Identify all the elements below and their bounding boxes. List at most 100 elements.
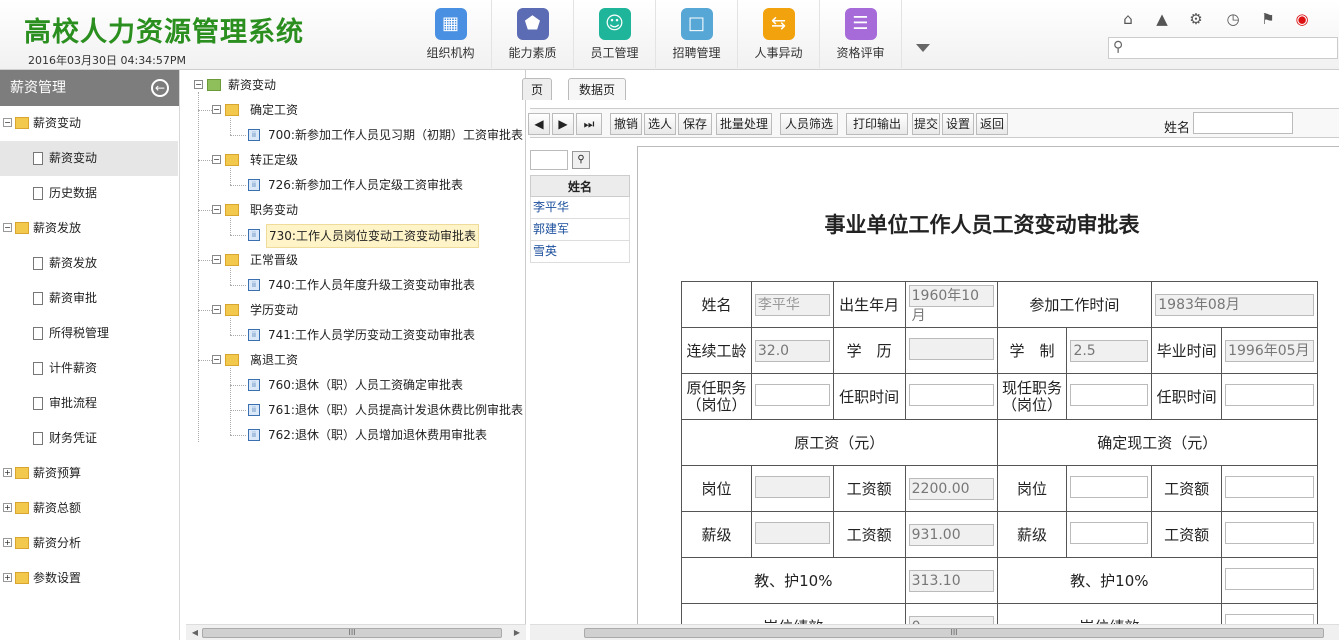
person-item[interactable]: 郭建军	[530, 219, 630, 241]
search-input[interactable]: ⚲	[1108, 37, 1338, 59]
nav-transfer[interactable]: ⇆ 人事异动	[738, 0, 820, 68]
toolbar-button[interactable]: ▶	[552, 113, 574, 135]
toolbar-button[interactable]: 撤销	[610, 113, 642, 135]
document-icon	[33, 327, 43, 340]
toolbar-button[interactable]: ⏭	[576, 113, 602, 135]
shirt-icon[interactable]: ▲	[1153, 10, 1171, 28]
edu-care-field[interactable]: 313.10	[908, 569, 994, 592]
sidebar-item[interactable]: + 薪资预算	[0, 456, 178, 491]
collapse-icon[interactable]: −	[212, 305, 221, 314]
sidebar-item[interactable]: 审批流程	[0, 386, 178, 421]
clock-icon[interactable]: ◷	[1224, 10, 1242, 28]
scroll-thumb[interactable]: III	[584, 628, 1324, 638]
toolbar-button[interactable]: 人员筛选	[780, 113, 838, 135]
nav-ability[interactable]: ⬟ 能力素质	[492, 0, 574, 68]
person-item[interactable]: 李平华	[530, 197, 630, 219]
cur-post-field[interactable]	[1070, 383, 1149, 406]
person-item[interactable]: 雪英	[530, 241, 630, 263]
sidebar-item[interactable]: 薪资审批	[0, 281, 178, 316]
collapse-icon[interactable]: −	[194, 80, 203, 89]
grad-field[interactable]: 1996年05月	[1225, 339, 1314, 362]
edu-field[interactable]	[908, 337, 994, 360]
level-field[interactable]	[754, 521, 830, 544]
collapse-icon[interactable]: −	[3, 118, 12, 127]
tree-form-label: 730:工作人员岗位变动工资变动审批表	[266, 224, 479, 248]
post-field[interactable]	[754, 475, 830, 498]
sidebar-item[interactable]: 薪资发放	[0, 246, 178, 281]
scroll-thumb[interactable]: III	[202, 628, 502, 638]
home-icon[interactable]: ⌂	[1119, 10, 1137, 28]
new-level-amount-field[interactable]	[1225, 521, 1314, 544]
folder-icon	[15, 572, 29, 584]
level-amount-field[interactable]: 931.00	[908, 523, 994, 546]
collapse-icon[interactable]: −	[212, 355, 221, 364]
person-search-input[interactable]	[530, 150, 568, 170]
gear-icon[interactable]: ⚙	[1187, 10, 1205, 28]
tree-group-label: 离退工资	[250, 353, 299, 367]
expand-icon[interactable]: +	[3, 503, 12, 512]
new-level-field[interactable]	[1070, 521, 1149, 544]
more-nav-icon[interactable]	[916, 44, 930, 52]
collapse-icon[interactable]: −	[3, 223, 12, 232]
sidebar-item[interactable]: 历史数据	[0, 176, 178, 211]
sidebar-item[interactable]: + 薪资总额	[0, 491, 178, 526]
expand-icon[interactable]: +	[3, 538, 12, 547]
work-field[interactable]: 1983年08月	[1155, 293, 1314, 316]
collapse-icon[interactable]: −	[212, 155, 221, 164]
toolbar-button[interactable]: 保存	[678, 113, 712, 135]
toolbar-button[interactable]: 设置	[942, 113, 974, 135]
nav-label: 资格评审	[836, 46, 885, 60]
appoint-field-2[interactable]	[1225, 383, 1314, 406]
form-hscrollbar[interactable]: III	[530, 624, 1339, 640]
sidebar-item[interactable]: − 薪资变动	[0, 106, 178, 141]
toolbar-button[interactable]: 提交	[912, 113, 940, 135]
appoint-field[interactable]	[908, 383, 994, 406]
collapse-icon[interactable]: −	[212, 105, 221, 114]
collapse-icon[interactable]: −	[212, 255, 221, 264]
new-edu-care-field[interactable]	[1225, 567, 1314, 590]
system-field[interactable]: 2.5	[1070, 339, 1149, 362]
sidebar-item[interactable]: − 薪资发放	[0, 211, 178, 246]
tree-hscrollbar[interactable]: ◀ III ▶	[186, 624, 526, 640]
power-icon[interactable]: ◉	[1293, 10, 1311, 28]
birth-field[interactable]: 1960年10月	[908, 285, 994, 324]
toolbar-button[interactable]: 批量处理	[716, 113, 772, 135]
sidebar-item[interactable]: + 薪资分析	[0, 526, 178, 561]
scroll-left-icon[interactable]: ◀	[190, 628, 200, 638]
sidebar-item[interactable]: 薪资变动	[0, 141, 178, 176]
sidebar-item[interactable]: 财务凭证	[0, 421, 178, 456]
toolbar-button[interactable]: 选人	[644, 113, 676, 135]
orig-post-field[interactable]	[754, 383, 830, 406]
toolbar-button[interactable]: 返回	[976, 113, 1008, 135]
toolbar-button[interactable]: 打印输出	[846, 113, 908, 135]
expand-icon[interactable]: +	[3, 573, 12, 582]
folder-icon	[225, 354, 239, 366]
sidebar-item[interactable]: + 参数设置	[0, 561, 178, 596]
collapse-icon[interactable]: −	[212, 205, 221, 214]
sidebar-header: 薪资管理 ←	[0, 70, 179, 106]
toolbar-button[interactable]: ◀	[528, 113, 550, 135]
post-amount-field[interactable]: 2200.00	[908, 477, 994, 500]
tab-data-page[interactable]: 数据页	[568, 78, 627, 100]
nav-recruit[interactable]: □ 招聘管理	[656, 0, 738, 68]
seniority-field[interactable]: 32.0	[754, 339, 830, 362]
new-post-amount-field[interactable]	[1225, 475, 1314, 498]
tab-page[interactable]: 页	[522, 78, 553, 100]
folder-icon	[225, 254, 239, 266]
nav-staff[interactable]: ☺ 员工管理	[574, 0, 656, 68]
nav-org[interactable]: ▦ 组织机构	[410, 0, 492, 68]
expand-icon[interactable]: +	[3, 468, 12, 477]
sidebar-item-label: 薪资发放	[33, 221, 82, 235]
tag-icon[interactable]: ⚑	[1259, 10, 1277, 28]
sidebar-item[interactable]: 计件薪资	[0, 351, 178, 386]
name-filter-input[interactable]	[1193, 112, 1293, 134]
scroll-right-icon[interactable]: ▶	[512, 628, 522, 638]
new-post-field[interactable]	[1070, 475, 1149, 498]
search-icon[interactable]: ⚲	[572, 151, 590, 169]
name-field[interactable]: 李平华	[754, 293, 830, 316]
sidebar-item[interactable]: 所得税管理	[0, 316, 178, 351]
tree-form-label: 761:退休（职）人员提高计发退休费比例审批表	[268, 403, 523, 417]
collapse-icon[interactable]: ←	[151, 79, 169, 97]
document-icon	[33, 432, 43, 445]
nav-review[interactable]: ☰ 资格评审	[820, 0, 902, 68]
